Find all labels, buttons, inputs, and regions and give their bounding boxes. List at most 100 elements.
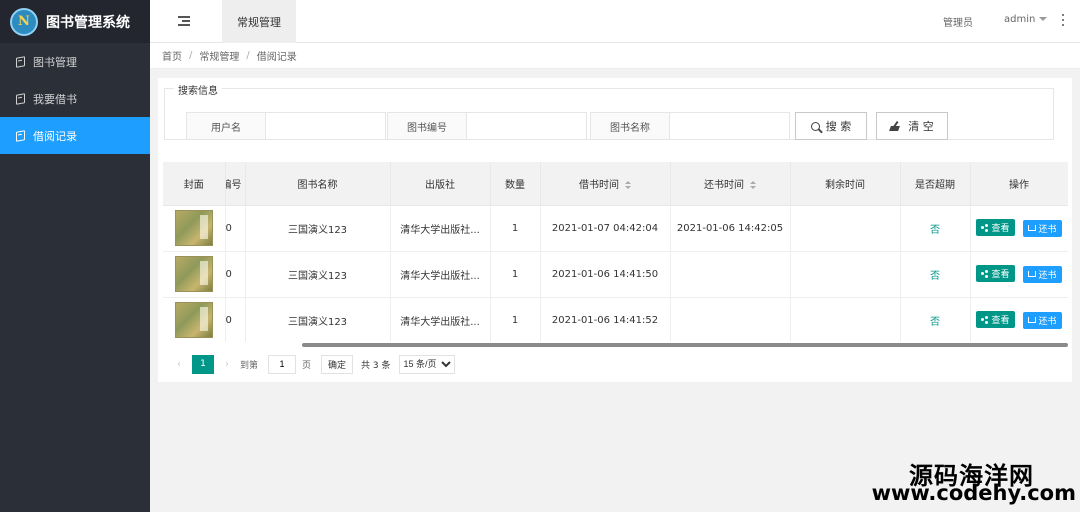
records-table: 封面 编号 图书名称 出版社 数量 借书时间 还书时间 剩余时间 是否超期 操作… bbox=[163, 162, 1068, 342]
app-title: 图书管理系统 bbox=[46, 14, 130, 31]
sidebar-item-0[interactable]: 图书管理 bbox=[0, 43, 150, 80]
book-icon bbox=[16, 55, 25, 68]
clear-button[interactable]: 清 空 bbox=[876, 112, 948, 140]
sidebar-menu: 图书管理我要借书借阅记录 bbox=[0, 43, 150, 154]
cart-icon bbox=[1027, 271, 1036, 278]
remaining-cell bbox=[790, 297, 901, 342]
table-row: 0 三国演义123 清华大学出版社... 1 2021-01-06 14:41:50 否查… bbox=[163, 251, 1068, 298]
view-button-label: 查看 bbox=[991, 316, 1010, 327]
view-button-label: 查看 bbox=[991, 224, 1010, 235]
book-cover-image bbox=[174, 210, 213, 246]
column-header-actions: 操作 bbox=[970, 162, 1068, 206]
chevron-down-icon bbox=[1039, 17, 1048, 21]
view-button-label: 查看 bbox=[991, 270, 1010, 281]
book-id-input[interactable] bbox=[467, 112, 587, 140]
menu-toggle-icon[interactable] bbox=[178, 16, 190, 26]
column-header-quantity: 数量 bbox=[490, 162, 541, 206]
pagination: ‹ 1 › 到第 页 确定 共 3 条 15 条/页 bbox=[172, 354, 455, 374]
return-button-label: 还书 bbox=[1038, 224, 1057, 235]
sort-icon[interactable] bbox=[750, 180, 756, 189]
publisher-cell: 清华大学出版社... bbox=[390, 297, 491, 342]
cover-cell bbox=[163, 297, 226, 342]
goto-suffix: 页 bbox=[302, 360, 312, 371]
horizontal-scrollbar[interactable] bbox=[302, 343, 1068, 347]
username-label: 用户名 bbox=[186, 112, 266, 140]
return-button[interactable]: 还书 bbox=[1022, 219, 1062, 237]
return-button-label: 还书 bbox=[1038, 316, 1057, 327]
role-label: 管理员 bbox=[943, 18, 973, 29]
goto-page-input[interactable] bbox=[268, 354, 297, 374]
return-button[interactable]: 还书 bbox=[1022, 265, 1062, 283]
breadcrumb-section[interactable]: 常规管理 bbox=[199, 48, 239, 63]
book-name-input[interactable] bbox=[670, 112, 790, 140]
sidebar: N 图书管理系统 图书管理我要借书借阅记录 bbox=[0, 0, 150, 512]
main-panel: 搜索信息 用户名 图书编号 图书名称 搜 索 清 空 封面 编号 图书名称 bbox=[158, 78, 1072, 382]
share-icon bbox=[981, 224, 988, 231]
name-cell: 三国演义123 bbox=[245, 251, 391, 298]
tab-general-management[interactable]: 常规管理 bbox=[222, 0, 296, 43]
sort-icon[interactable] bbox=[625, 180, 631, 189]
logo-icon: N bbox=[10, 7, 38, 36]
actions-cell: 查看 还书 bbox=[970, 251, 1068, 298]
sidebar-item-label: 图书管理 bbox=[33, 55, 77, 69]
return-button[interactable]: 还书 bbox=[1022, 311, 1062, 329]
column-header-remaining: 剩余时间 bbox=[790, 162, 901, 206]
page-size-select[interactable]: 15 条/页 bbox=[398, 354, 455, 374]
cover-cell bbox=[163, 205, 226, 252]
view-button[interactable]: 查看 bbox=[976, 219, 1015, 237]
logo-area[interactable]: N 图书管理系统 bbox=[0, 0, 150, 43]
breadcrumb-current: 借阅记录 bbox=[256, 52, 297, 63]
username-input[interactable] bbox=[266, 112, 386, 140]
remaining-cell bbox=[790, 205, 901, 252]
sidebar-item-2[interactable]: 借阅记录 bbox=[0, 117, 150, 154]
view-button[interactable]: 查看 bbox=[976, 265, 1015, 283]
book-id-label: 图书编号 bbox=[387, 112, 467, 140]
column-header-borrow-time[interactable]: 借书时间 bbox=[540, 162, 671, 206]
sidebar-item-label: 借阅记录 bbox=[33, 129, 77, 143]
search-button-label: 搜 索 bbox=[825, 120, 852, 133]
username: admin bbox=[1004, 14, 1036, 25]
column-header-name: 图书名称 bbox=[245, 162, 391, 206]
cart-icon bbox=[1027, 225, 1036, 232]
next-page-icon[interactable]: › bbox=[220, 359, 234, 370]
broom-icon bbox=[890, 121, 902, 131]
breadcrumb-separator: / bbox=[246, 50, 250, 61]
actions-cell: 查看 还书 bbox=[970, 297, 1068, 342]
user-menu[interactable]: admin bbox=[1004, 14, 1048, 25]
view-button[interactable]: 查看 bbox=[976, 311, 1015, 329]
share-icon bbox=[981, 270, 988, 277]
book-name-field: 图书名称 bbox=[590, 112, 790, 140]
current-page-button[interactable]: 1 bbox=[192, 354, 214, 374]
goto-prefix: 到第 bbox=[240, 360, 259, 371]
overdue-cell: 否 bbox=[900, 205, 971, 252]
search-legend: 搜索信息 bbox=[174, 82, 222, 97]
book-icon bbox=[16, 92, 25, 105]
sidebar-item-label: 我要借书 bbox=[33, 92, 77, 106]
breadcrumb: 首页 / 常规管理 / 借阅记录 bbox=[150, 43, 1080, 69]
more-vertical-icon[interactable] bbox=[1061, 14, 1065, 26]
clear-button-label: 清 空 bbox=[908, 120, 934, 133]
book-icon bbox=[16, 129, 25, 142]
borrow-time-cell: 2021-01-07 04:42:04 bbox=[540, 205, 671, 252]
goto-confirm-button[interactable]: 确定 bbox=[321, 354, 354, 374]
publisher-cell: 清华大学出版社... bbox=[390, 205, 491, 252]
table-header-row: 封面 编号 图书名称 出版社 数量 借书时间 还书时间 剩余时间 是否超期 操作 bbox=[163, 162, 1068, 206]
quantity-cell: 1 bbox=[490, 205, 541, 252]
column-header-publisher: 出版社 bbox=[390, 162, 491, 206]
id-cell: 0 bbox=[225, 251, 246, 298]
book-name-label: 图书名称 bbox=[590, 112, 670, 140]
borrow-time-cell: 2021-01-06 14:41:52 bbox=[540, 297, 671, 342]
book-cover-image bbox=[174, 302, 213, 338]
search-button[interactable]: 搜 索 bbox=[795, 112, 867, 140]
prev-page-icon[interactable]: ‹ bbox=[172, 359, 186, 370]
quantity-cell: 1 bbox=[490, 251, 541, 298]
name-cell: 三国演义123 bbox=[245, 205, 391, 252]
column-header-return-time[interactable]: 还书时间 bbox=[670, 162, 791, 206]
column-header-overdue: 是否超期 bbox=[900, 162, 971, 206]
remaining-cell bbox=[790, 251, 901, 298]
breadcrumb-home[interactable]: 首页 bbox=[162, 48, 182, 63]
sidebar-item-1[interactable]: 我要借书 bbox=[0, 80, 150, 117]
table-row: 0 三国演义123 清华大学出版社... 1 2021-01-06 14:41:52 否查… bbox=[163, 297, 1068, 342]
name-cell: 三国演义123 bbox=[245, 297, 391, 342]
column-header-id: 编号 bbox=[225, 162, 246, 206]
